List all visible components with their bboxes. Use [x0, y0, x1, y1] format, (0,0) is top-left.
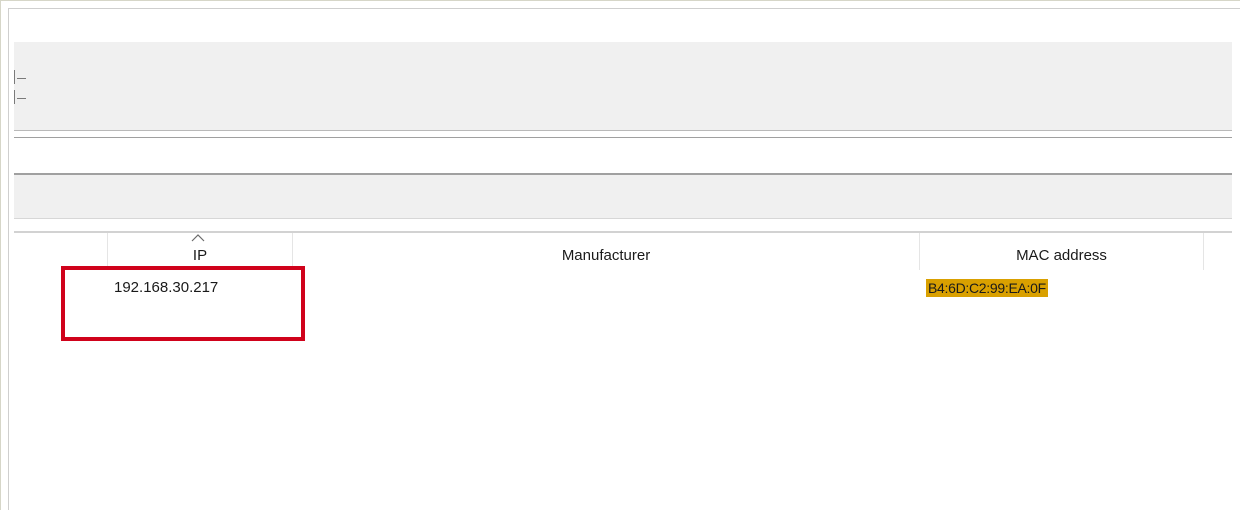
column-header-blank[interactable]: [14, 233, 108, 270]
sort-ascending-icon: [191, 234, 205, 242]
column-header-extra[interactable]: [1204, 233, 1232, 270]
device-list: IP Manufacturer MAC address 192.168.30.2…: [14, 231, 1232, 504]
column-header-ip-label: IP: [192, 247, 208, 264]
cell-mac-address: B4:6D:C2:99:EA:0F: [926, 279, 1048, 297]
address-area: [14, 138, 1232, 173]
table-row[interactable]: 192.168.30.217 B4:6D:C2:99:EA:0F: [14, 273, 1232, 303]
list-header: IP Manufacturer MAC address: [14, 233, 1232, 270]
cell-ip: 192.168.30.217: [114, 279, 219, 296]
toolbar-grip-icon[interactable]: [14, 70, 28, 110]
toolbar: [14, 42, 1232, 131]
column-header-ip[interactable]: IP: [108, 233, 293, 270]
filter-bar: [14, 173, 1232, 219]
column-header-mac-address[interactable]: MAC address: [920, 233, 1204, 270]
cell-manufacturer: [304, 273, 904, 303]
column-header-manufacturer[interactable]: Manufacturer: [293, 233, 920, 270]
